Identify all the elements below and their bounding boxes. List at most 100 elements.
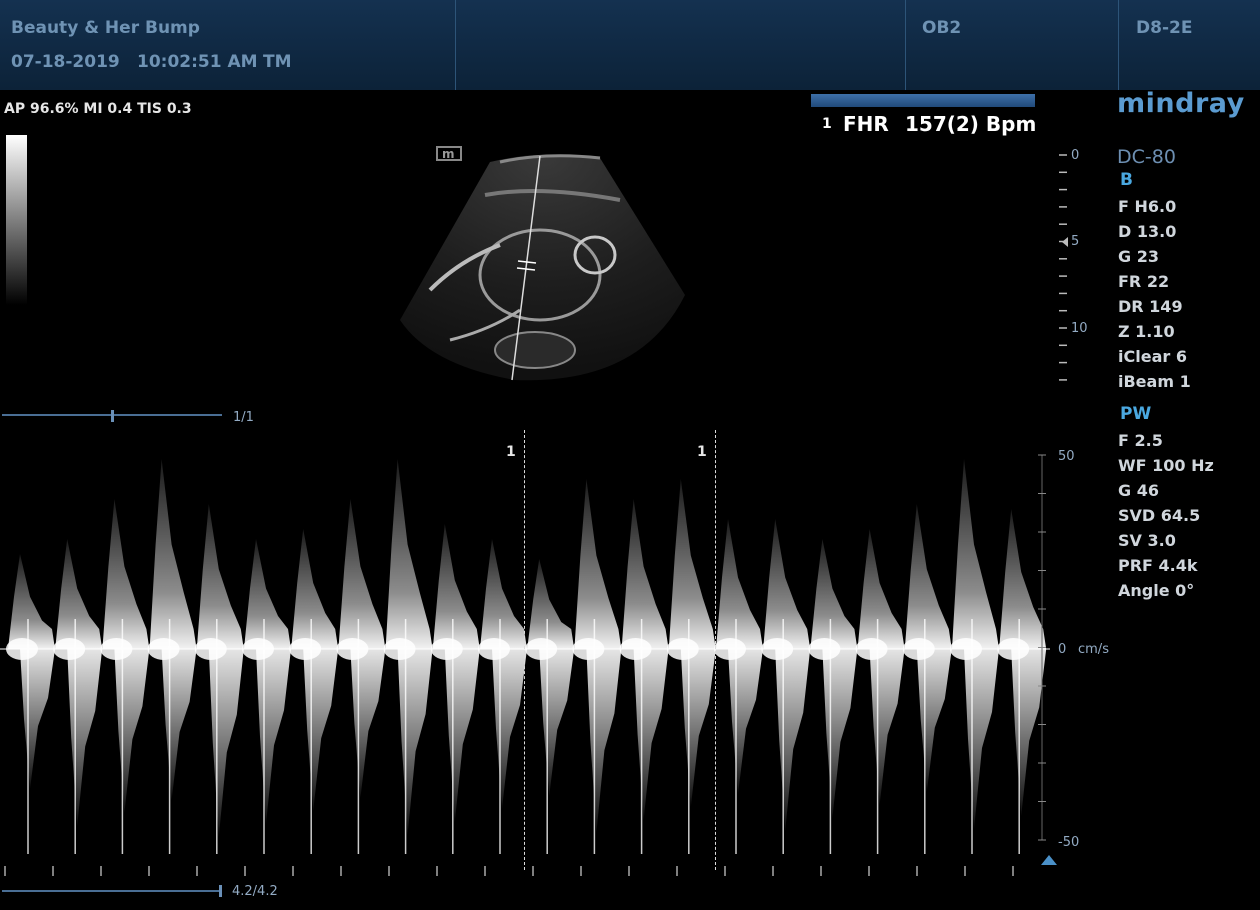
system-model: DC-80 [1117, 146, 1176, 168]
doppler-waveform-cycle [149, 459, 197, 649]
doppler-waveform-cycle [350, 649, 386, 798]
exam-time: 10:02:51 AM [137, 52, 258, 72]
doppler-waveform-cycle [539, 649, 575, 796]
doppler-waveform-cycle [303, 649, 339, 811]
doppler-waveform-cycle [102, 499, 150, 649]
measurement-result-bar [811, 94, 1035, 107]
b-mode-param-1: D 13.0 [1118, 222, 1177, 241]
doppler-waveform-cycle [114, 649, 150, 813]
doppler-waveform-cycle [952, 459, 999, 649]
b-mode-param-7: iBeam 1 [1118, 372, 1191, 391]
pw-mode-param-4: SV 3.0 [1118, 531, 1176, 550]
doppler-waveform-cycle [586, 649, 622, 833]
doppler-waveform-cycle [444, 649, 480, 822]
cycle-marker-label: 1 [697, 444, 707, 460]
b-mode-param-3: FR 22 [1118, 272, 1170, 291]
focus-marker-icon[interactable] [1062, 237, 1068, 247]
doppler-waveform-cycle [857, 529, 905, 649]
time-scale [4, 866, 1014, 876]
institution-name: Beauty & Her Bump [11, 18, 200, 38]
doppler-waveform-cycle [633, 649, 669, 820]
doppler-waveform-cycle [716, 519, 763, 649]
doppler-waveform-cycle [161, 649, 197, 800]
b-mode-title: B [1120, 170, 1133, 190]
fetal-structure [494, 331, 576, 369]
pw-mode-param-1: WF 100 Hz [1118, 456, 1214, 475]
pw-mode-param-3: SVD 64.5 [1118, 506, 1201, 525]
doppler-waveform-cycle [964, 649, 999, 829]
doppler-waveform-cycle [8, 554, 55, 649]
velocity-unit-label: cm/s [1078, 642, 1109, 657]
probe-name[interactable]: D8-2E [1136, 18, 1192, 38]
doppler-waveform-cycle [338, 499, 386, 649]
doppler-waveform-cycle [810, 539, 858, 649]
doppler-waveform-cycle [904, 504, 952, 649]
b-mode-param-0: F H6.0 [1118, 197, 1177, 216]
header-bar: Beauty & Her Bump 07-18-2019 10:02:51 AM… [0, 0, 1260, 90]
doppler-waveform-cycle [916, 649, 952, 792]
pw-mode-param-5: PRF 4.4k [1118, 556, 1198, 575]
pw-mode-param-2: G 46 [1118, 481, 1159, 500]
fetal-heart-rate-value: 157(2) Bpm [905, 112, 1037, 136]
pw-cine-scrollbar[interactable] [2, 890, 222, 892]
depth-scale [1059, 154, 1068, 381]
header-divider [1118, 0, 1119, 90]
doppler-waveform-cycle [208, 649, 244, 837]
measurement-index: 1 [822, 116, 832, 132]
pw-spectral-doppler-trace[interactable] [0, 425, 1050, 865]
b-mode-param-4: DR 149 [1118, 297, 1183, 316]
b-mode-fetal-image[interactable]: m [390, 140, 710, 390]
exam-preset[interactable]: OB2 [922, 18, 961, 38]
doppler-waveform-cycle [869, 649, 905, 805]
doppler-waveform-cycle [291, 529, 339, 649]
doppler-waveform-cycle [20, 649, 55, 789]
doppler-waveform-cycle [244, 539, 291, 649]
operator-initials: TM [263, 52, 292, 72]
doppler-waveform-cycle [385, 459, 433, 649]
cycle-marker-line[interactable] [524, 430, 525, 870]
b-mode-param-5: Z 1.10 [1118, 322, 1175, 341]
doppler-waveform-cycle [196, 504, 244, 649]
pw-time-counter: 4.2/4.2 [232, 884, 278, 899]
doppler-waveform-cycle [621, 499, 669, 649]
grayscale-bar [6, 135, 27, 305]
doppler-waveform-cycle [67, 649, 103, 826]
doppler-waveform-cycle [775, 649, 811, 831]
doppler-waveform-cycle [574, 479, 622, 649]
doppler-waveform-cycle [680, 649, 716, 807]
b-mode-param-6: iClear 6 [1118, 347, 1187, 366]
pw-mode-title: PW [1120, 404, 1152, 424]
depth-label-5: 5 [1071, 234, 1080, 249]
doppler-waveform-cycle [492, 649, 527, 809]
mindray-logo: mindray [1117, 88, 1245, 119]
velocity-min-label: -50 [1058, 835, 1080, 850]
doppler-waveform-cycle [256, 649, 291, 824]
header-divider [905, 0, 906, 90]
doppler-waveform-cycle [527, 559, 575, 649]
b-frame-counter: 1/1 [233, 410, 254, 425]
acoustic-safety-indices: AP 96.6% MI 0.4 TIS 0.3 [4, 101, 192, 117]
header-divider [455, 0, 456, 90]
doppler-waveform-cycle [55, 539, 103, 649]
cycle-marker-line[interactable] [715, 430, 716, 870]
b-cine-handle[interactable] [111, 410, 114, 422]
doppler-waveform-cycle [480, 539, 527, 649]
doppler-waveform-cycle [763, 519, 811, 649]
cycle-marker-label: 1 [506, 444, 516, 460]
doppler-waveform-cycle [728, 649, 763, 794]
pw-mode-param-0: F 2.5 [1118, 431, 1163, 450]
doppler-waveform-cycle [397, 649, 433, 835]
depth-label-0: 0 [1071, 148, 1080, 163]
velocity-zero-label: 0 [1058, 642, 1067, 657]
measurement-label: FHR [843, 112, 889, 136]
velocity-max-label: 50 [1058, 449, 1075, 464]
pw-cine-handle[interactable] [219, 885, 222, 897]
b-mode-param-2: G 23 [1118, 247, 1159, 266]
m-logo-text: m [442, 147, 455, 161]
doppler-waveform-cycle [822, 649, 858, 818]
doppler-waveform-cycle [668, 479, 716, 649]
exam-date: 07-18-2019 [11, 52, 120, 72]
pw-mode-param-6: Angle 0° [1118, 581, 1195, 600]
doppler-waveform-cycle [432, 524, 480, 649]
depth-label-10: 10 [1071, 321, 1088, 336]
